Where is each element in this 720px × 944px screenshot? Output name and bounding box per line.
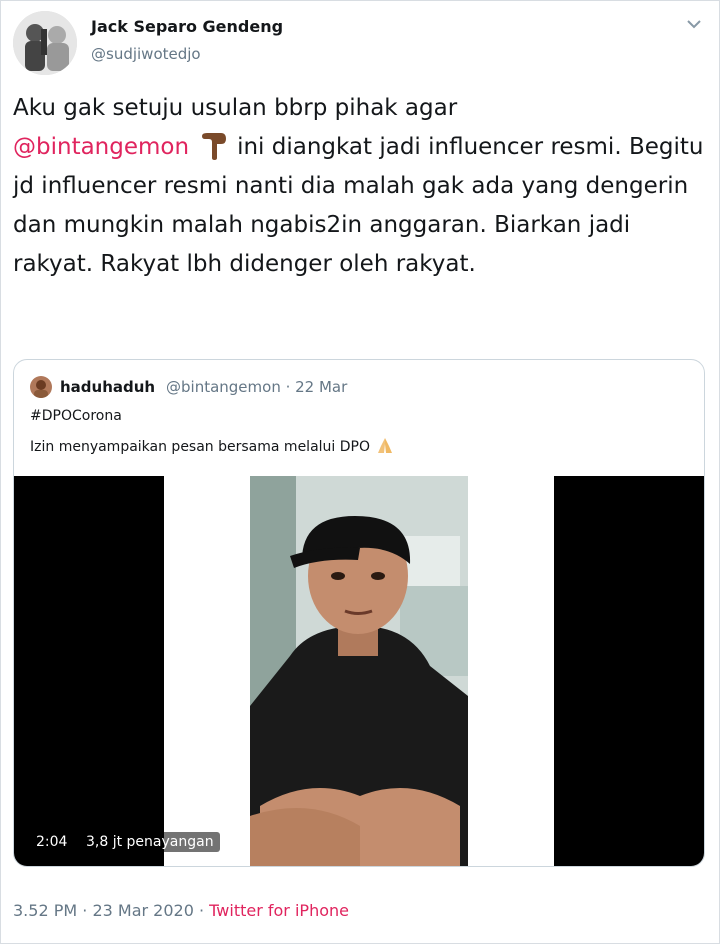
point-down-emoji-icon <box>199 130 229 160</box>
meta-separator: · <box>198 901 205 920</box>
video-duration: 2:04 <box>30 832 74 852</box>
author-handle[interactable]: @sudjiwotedjo <box>91 45 201 63</box>
mention-link[interactable]: @bintangemon <box>13 134 189 160</box>
tweet-card: Jack Separo Gendeng @sudjiwotedjo Aku ga… <box>0 0 720 944</box>
quoted-hashtag[interactable]: #DPOCorona <box>30 408 122 424</box>
quoted-tweet[interactable]: haduhaduh @bintangemon · 22 Mar #DPOCoro… <box>13 359 705 867</box>
quoted-message-text: Izin menyampaikan pesan bersama melalui … <box>30 439 370 455</box>
video-letterbox-right <box>554 476 704 866</box>
video-views: 3,8 jt penayangan <box>80 832 220 852</box>
tweet-time[interactable]: 3.52 PM <box>13 901 77 920</box>
video-letterbox-left <box>14 476 164 866</box>
quoted-avatar[interactable] <box>30 376 52 398</box>
pray-emoji-icon <box>374 436 396 454</box>
author-avatar[interactable] <box>13 11 77 75</box>
tweet-meta: 3.52 PM · 23 Mar 2020 · Twitter for iPho… <box>13 901 349 920</box>
tweet-text: Aku gak setuju usulan bbrp pihak agar @b… <box>13 89 713 284</box>
quoted-handle-date[interactable]: @bintangemon · 22 Mar <box>166 378 347 396</box>
author-name[interactable]: Jack Separo Gendeng <box>91 17 283 36</box>
meta-separator: · <box>82 901 88 920</box>
video-player[interactable]: 2:04 3,8 jt penayangan <box>14 476 704 866</box>
video-frame <box>250 476 468 866</box>
tweet-date[interactable]: 23 Mar 2020 <box>92 901 193 920</box>
chevron-down-icon[interactable] <box>683 13 705 35</box>
quoted-message: Izin menyampaikan pesan bersama melalui … <box>30 436 396 455</box>
quoted-name[interactable]: haduhaduh <box>60 378 155 396</box>
tweet-text-part1: Aku gak setuju usulan bbrp pihak agar <box>13 95 458 121</box>
tweet-source[interactable]: Twitter for iPhone <box>209 901 349 920</box>
